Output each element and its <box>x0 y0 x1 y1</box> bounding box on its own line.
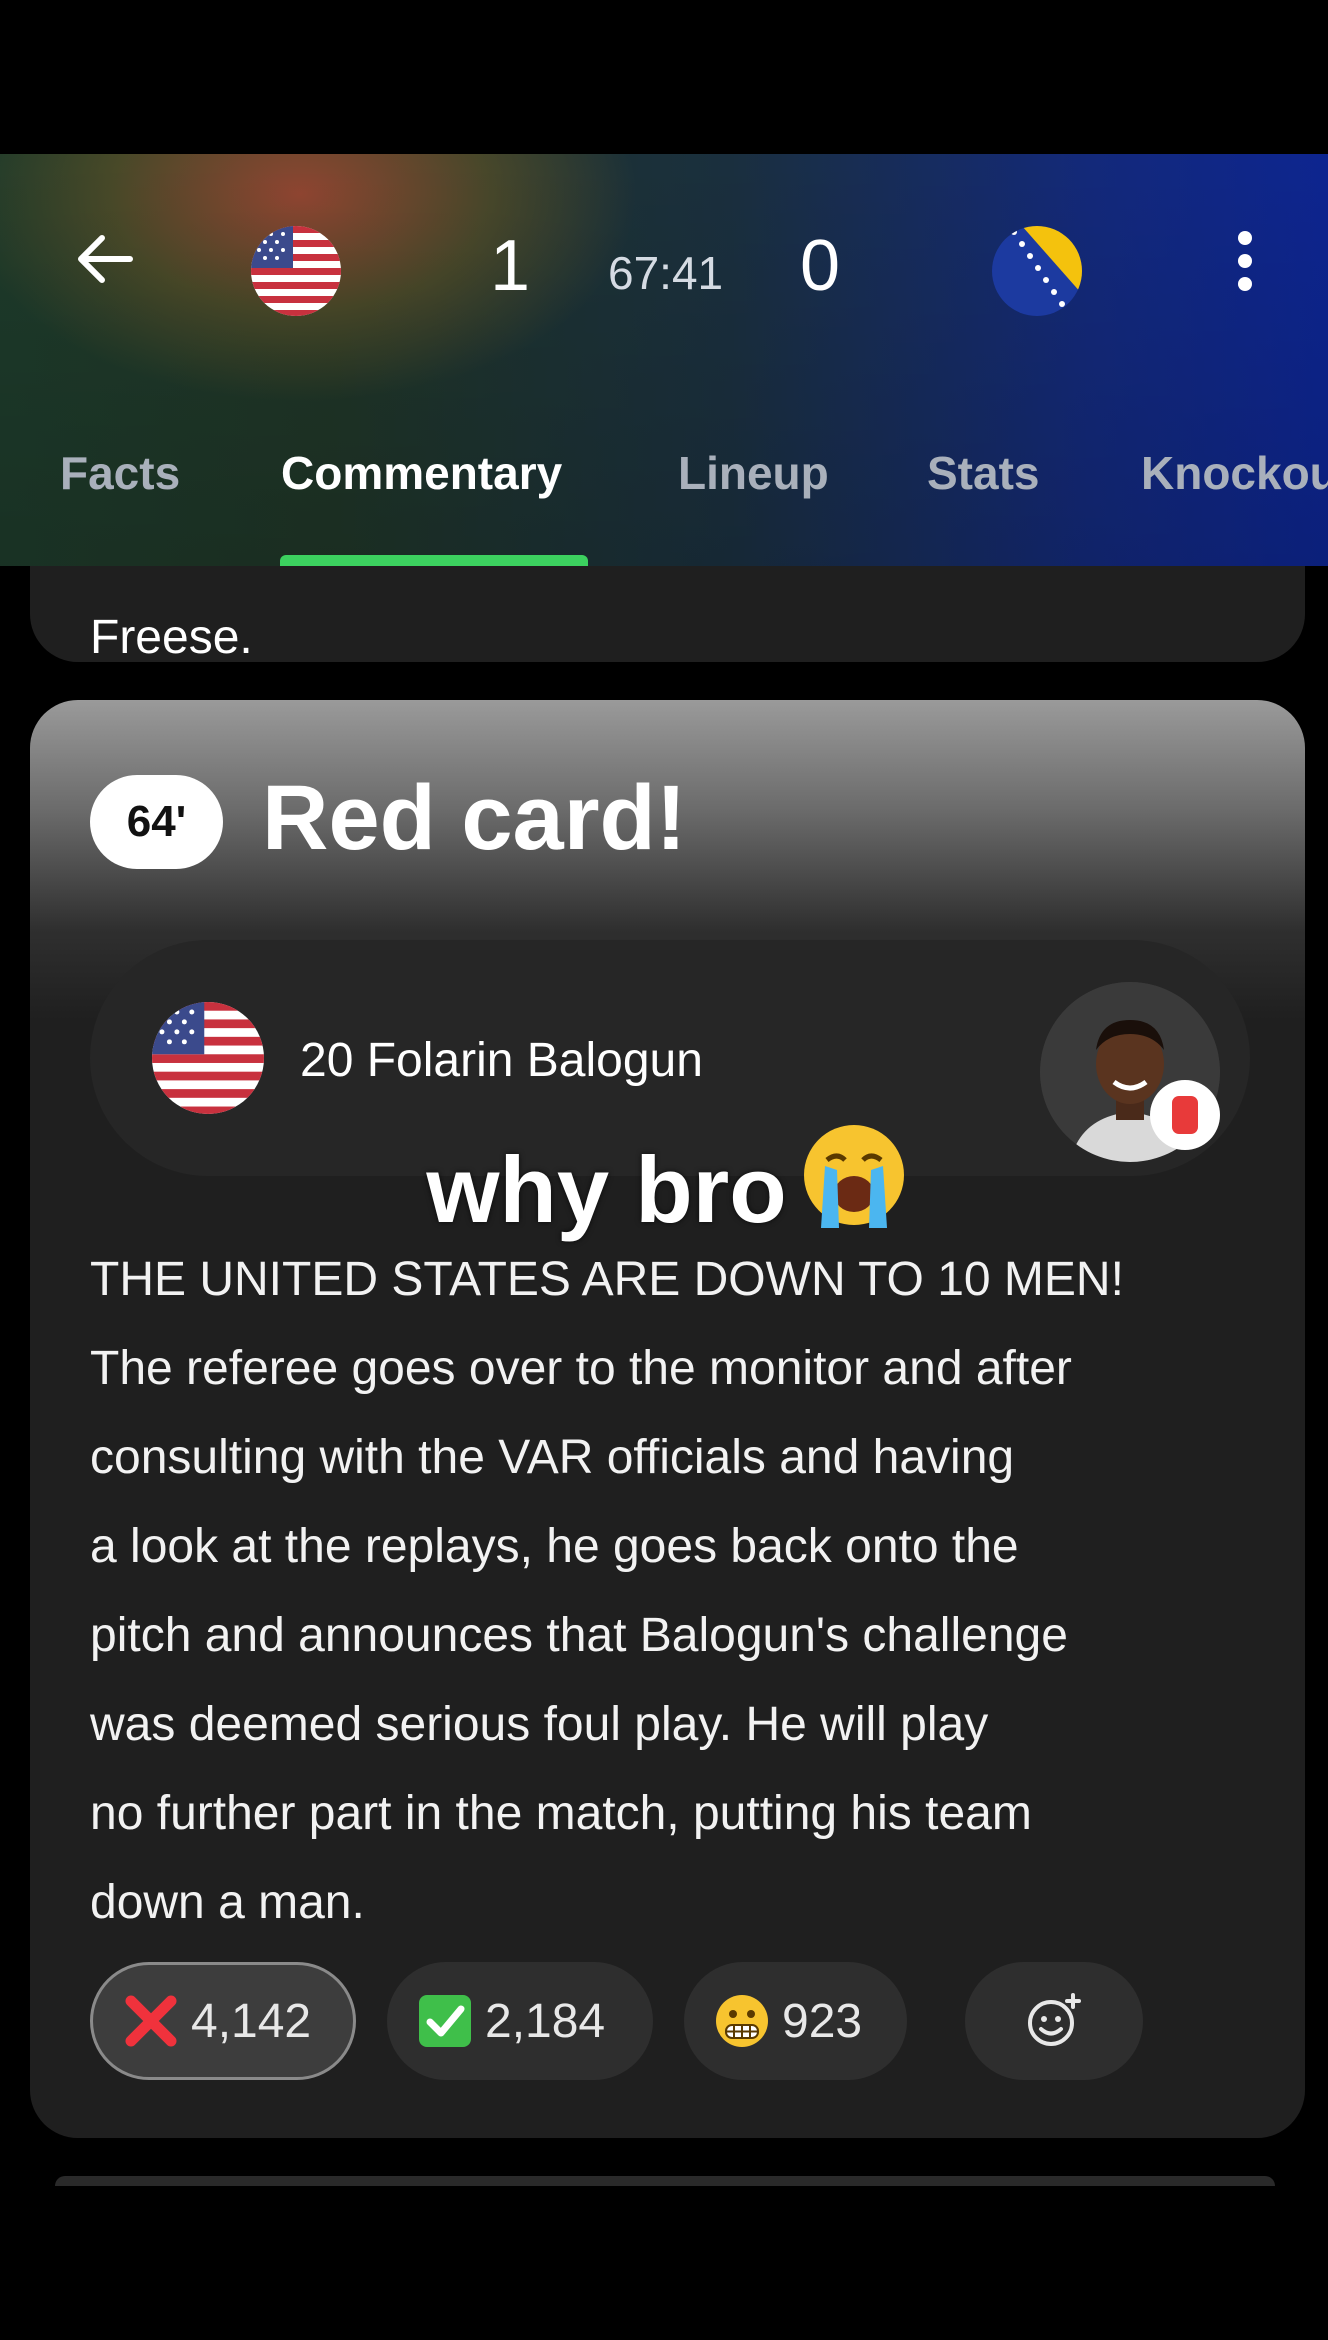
reaction-bar: 4,142 2,184 923 <box>90 1962 1270 2080</box>
reaction-count: 2,184 <box>485 1994 606 2048</box>
arrow-left-icon <box>78 235 133 283</box>
tab-knockout[interactable]: Knockout <box>1141 450 1328 496</box>
commentary-line: consulting with the VAR officials and ha… <box>90 1431 1015 1484</box>
more-vertical-icon <box>1238 231 1252 291</box>
active-tab-indicator <box>280 555 588 566</box>
tab-facts[interactable]: Facts <box>60 450 180 496</box>
bosnia-flag-icon[interactable] <box>992 226 1082 316</box>
add-reaction-button[interactable] <box>965 1962 1143 2080</box>
tab-commentary[interactable]: Commentary <box>281 450 562 496</box>
cross-mark-icon <box>125 1995 177 2047</box>
reaction-count: 4,142 <box>191 1994 312 2048</box>
match-clock: 67:41 <box>608 247 724 299</box>
tab-bar: Facts Commentary Lineup Stats Knockout <box>0 450 1328 566</box>
commentary-line: pitch and announces that Balogun's chall… <box>90 1609 1068 1662</box>
reaction-cross-button[interactable]: 4,142 <box>90 1962 356 2080</box>
reaction-grimace-button[interactable]: 923 <box>684 1962 907 2080</box>
loudly-crying-face-icon <box>799 1120 909 1252</box>
home-score: 1 <box>490 226 531 306</box>
commentary-line: was deemed serious foul play. He will pl… <box>90 1698 989 1751</box>
commentary-line: THE UNITED STATES ARE DOWN TO 10 MEN! <box>90 1253 1124 1306</box>
reaction-check-button[interactable]: 2,184 <box>387 1962 653 2080</box>
player-name[interactable]: 20 Folarin Balogun <box>300 1033 703 1088</box>
previous-commentary-text: Freese. <box>90 611 253 664</box>
tab-stats[interactable]: Stats <box>927 450 1039 496</box>
commentary-line: a look at the replays, he goes back onto… <box>90 1520 1019 1573</box>
more-options-button[interactable] <box>1230 226 1260 301</box>
overlay-caption-text: why bro <box>426 1137 787 1242</box>
commentary-line: The referee goes over to the monitor and… <box>90 1342 1072 1395</box>
overlay-caption: why bro <box>30 1120 1305 1252</box>
commentary-line: down a man. <box>90 1876 365 1929</box>
match-header: 1 67:41 0 Facts Commentary Lineup Stats … <box>0 154 1328 566</box>
tab-lineup[interactable]: Lineup <box>678 450 829 496</box>
event-title: Red card! <box>262 767 687 869</box>
check-mark-icon <box>419 1995 471 2047</box>
away-score: 0 <box>800 226 841 306</box>
commentary-line: no further part in the match, putting hi… <box>90 1787 1032 1840</box>
grimacing-face-icon <box>716 1995 768 2047</box>
next-card-edge <box>55 2176 1275 2186</box>
minute-badge: 64' <box>90 775 223 869</box>
event-card: 64' Red card! 20 Folarin Balogun why bro… <box>30 700 1305 2138</box>
commentary-text: THE UNITED STATES ARE DOWN TO 10 MEN! Th… <box>90 1235 1270 1947</box>
back-button[interactable] <box>70 224 140 294</box>
add-reaction-icon <box>1028 1993 1081 2046</box>
us-flag-icon[interactable] <box>251 226 341 316</box>
us-flag-icon <box>152 1002 264 1114</box>
reaction-count: 923 <box>782 1994 863 2048</box>
